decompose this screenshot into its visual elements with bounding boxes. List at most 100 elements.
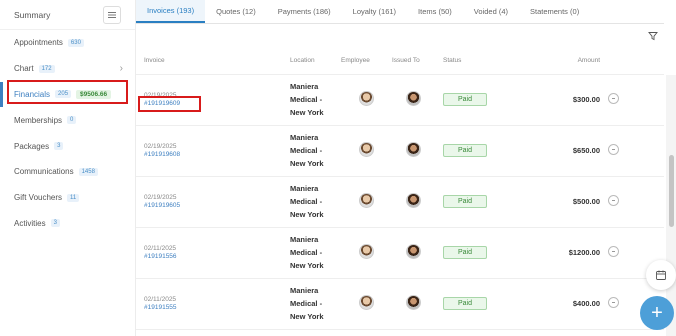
row-action-button[interactable]: [608, 246, 619, 257]
location-line: Medical -: [290, 197, 323, 206]
employee-avatar: [359, 193, 374, 208]
location-line: Medical -: [290, 95, 323, 104]
sidebar-item-gift-vouchers[interactable]: Gift Vouchers 11: [0, 185, 135, 211]
row-action-button[interactable]: [608, 144, 619, 155]
tab-statements[interactable]: Statements (0): [519, 0, 590, 23]
table-row[interactable]: 02/11/2025 #19191555 Maniera Medical - New …: [136, 278, 664, 330]
row-action-button[interactable]: [608, 93, 619, 104]
count-badge: 11: [67, 193, 80, 202]
sidebar-item-label: Gift Vouchers: [14, 193, 63, 203]
sidebar: Summary Appointments 630 Chart 172 › Fin…: [0, 0, 136, 336]
count-badge: 172: [38, 64, 55, 73]
header-issued-to: Issued To: [392, 48, 443, 75]
invoice-number-link[interactable]: #19191555: [144, 304, 290, 311]
count-badge: 3: [50, 219, 60, 228]
count-badge: 205: [55, 90, 72, 99]
tab-payments[interactable]: Payments (186): [267, 0, 342, 23]
invoice-number-link[interactable]: #19191556: [144, 253, 290, 260]
invoice-number-link[interactable]: #191919608: [144, 151, 290, 158]
location-cell: Maniera Medical - New York: [290, 176, 341, 228]
tab-loyalty[interactable]: Loyalty (161): [342, 0, 407, 23]
amount-cell: $400.00: [547, 278, 608, 330]
sidebar-item-label: Chart: [14, 64, 34, 74]
sidebar-item-label: Memberships: [14, 115, 63, 125]
sidebar-title[interactable]: Summary: [14, 10, 50, 20]
sidebar-list: Appointments 630 Chart 172 › Financials …: [0, 30, 135, 236]
tab-invoices[interactable]: Invoices (193): [136, 0, 206, 23]
sidebar-item-label: Appointments: [14, 38, 63, 48]
location-line: New York: [290, 159, 324, 168]
table-row[interactable]: 02/19/2025 #191919605 Maniera Medical - New…: [136, 176, 664, 228]
count-badge: 1458: [78, 167, 98, 176]
location-cell: Maniera Medical - New York: [290, 278, 341, 330]
client-avatar: [406, 193, 421, 208]
location-line: New York: [290, 210, 324, 219]
location-line: Medical -: [290, 248, 323, 257]
tab-bar: Invoices (193) Quotes (12) Payments (186…: [136, 0, 664, 24]
sidebar-item-label: Activities: [14, 218, 46, 228]
calendar-button[interactable]: [646, 260, 676, 290]
status-badge: Paid: [443, 93, 487, 106]
invoice-number-link[interactable]: #191919605: [144, 202, 290, 209]
client-avatar: [406, 91, 421, 106]
client-avatar: [406, 142, 421, 157]
invoice-date: 02/11/2025: [144, 296, 177, 303]
invoice-table: Invoice Location Employee Issued To Stat…: [136, 48, 664, 330]
tab-items[interactable]: Items (50): [407, 0, 463, 23]
count-badge: 630: [67, 38, 84, 47]
amount-badge: $9506.66: [76, 89, 112, 99]
table-row[interactable]: 02/19/2025 #191919608 Maniera Medical - New…: [136, 125, 664, 177]
row-action-button[interactable]: [608, 297, 619, 308]
client-avatar: [406, 295, 421, 310]
table-header-row: Invoice Location Employee Issued To Stat…: [136, 48, 664, 75]
amount-cell: $1200.00: [547, 227, 608, 279]
sidebar-item-label: Communications: [14, 167, 74, 177]
location-line: Maniera: [290, 133, 319, 142]
amount-cell: $650.00: [547, 125, 608, 177]
header-status: Status: [443, 48, 547, 75]
scrollbar[interactable]: [666, 75, 676, 336]
invoice-date: 02/19/2025: [144, 92, 177, 99]
header-location: Location: [290, 48, 341, 75]
scrollbar-thumb[interactable]: [669, 155, 674, 227]
header-invoice: Invoice: [136, 48, 290, 75]
filter-icon[interactable]: [648, 31, 658, 41]
invoice-date: 02/19/2025: [144, 143, 177, 150]
sidebar-item-appointments[interactable]: Appointments 630: [0, 30, 135, 56]
sidebar-item-packages[interactable]: Packages 3: [0, 133, 135, 159]
invoice-date: 02/19/2025: [144, 194, 177, 201]
employee-avatar: [359, 142, 374, 157]
add-button[interactable]: +: [640, 296, 674, 330]
sidebar-item-memberships[interactable]: Memberships 0: [0, 107, 135, 133]
sidebar-item-activities[interactable]: Activities 3: [0, 211, 135, 237]
tab-voided[interactable]: Voided (4): [463, 0, 519, 23]
location-line: Medical -: [290, 299, 323, 308]
filter-row: [136, 24, 664, 48]
location-line: Medical -: [290, 146, 323, 155]
chevron-right-icon[interactable]: ›: [120, 63, 123, 74]
menu-button[interactable]: [103, 5, 121, 24]
location-cell: Maniera Medical - New York: [290, 125, 341, 177]
location-cell: Maniera Medical - New York: [290, 74, 341, 126]
header-amount: Amount: [547, 48, 608, 75]
sidebar-item-communications[interactable]: Communications 1458: [0, 159, 135, 185]
tab-quotes[interactable]: Quotes (12): [205, 0, 267, 23]
sidebar-item-financials[interactable]: Financials 205 $9506.66: [0, 81, 135, 108]
sidebar-item-chart[interactable]: Chart 172 ›: [0, 56, 135, 82]
header-employee: Employee: [341, 48, 392, 75]
invoice-date: 02/11/2025: [144, 245, 177, 252]
employee-avatar: [359, 244, 374, 259]
main-panel: Invoices (193) Quotes (12) Payments (186…: [136, 0, 664, 336]
status-badge: Paid: [443, 297, 487, 310]
status-badge: Paid: [443, 246, 487, 259]
row-action-button[interactable]: [608, 195, 619, 206]
location-cell: Maniera Medical - New York: [290, 227, 341, 279]
status-badge: Paid: [443, 144, 487, 157]
table-row[interactable]: 02/19/2025 #191919609 Maniera Medical - New…: [136, 74, 664, 126]
calendar-icon: [656, 270, 666, 280]
table-row[interactable]: 02/11/2025 #19191556 Maniera Medical - New …: [136, 227, 664, 279]
employee-avatar: [359, 91, 374, 106]
invoice-number-link[interactable]: #191919609: [144, 100, 290, 107]
plus-icon: +: [651, 302, 663, 324]
sidebar-header: Summary: [0, 0, 135, 30]
